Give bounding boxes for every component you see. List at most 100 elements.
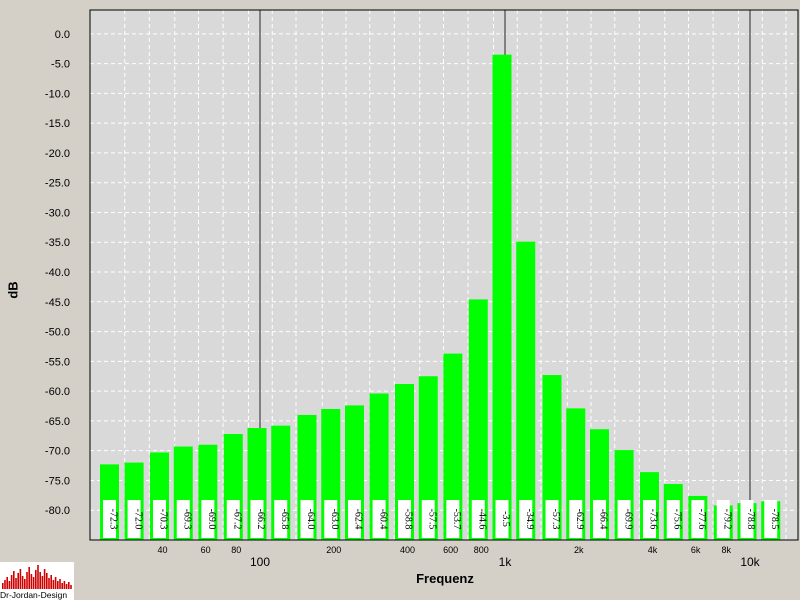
bar-value-label: -79.2: [721, 509, 732, 530]
bar-value-label: -44.6: [476, 509, 487, 530]
x-tick-label: 4k: [648, 545, 658, 555]
y-tick-label: -80.0: [45, 505, 70, 517]
logo-wave-bar: [63, 581, 66, 589]
y-tick-label: -60.0: [45, 386, 70, 398]
logo-wave-bar: [59, 579, 61, 589]
y-tick-label: -55.0: [45, 356, 70, 368]
logo-wave-bar: [2, 583, 4, 589]
x-tick-label: 600: [443, 545, 458, 555]
y-tick-label: -50.0: [45, 327, 70, 339]
logo-wave-bar: [70, 585, 72, 589]
bar-value-label: -60.4: [377, 509, 388, 530]
bar-value-label: -57.3: [550, 509, 561, 530]
bar-value-label: -66.4: [598, 509, 609, 530]
logo-wave-bar: [19, 569, 22, 589]
x-tick-label: 800: [474, 545, 489, 555]
logo-wave-bar: [65, 584, 68, 589]
y-tick-label: -20.0: [45, 148, 70, 160]
bar-value-label: -70.3: [158, 509, 169, 530]
logo-wave-bar: [50, 575, 52, 589]
bar-value-label: -78.5: [769, 509, 780, 530]
x-tick-label: 200: [326, 545, 341, 555]
x-tick-label: 400: [400, 545, 415, 555]
logo-wave-bar: [8, 581, 11, 589]
x-tick-label-major: 10k: [740, 555, 760, 569]
bar-value-label: -78.8: [745, 509, 756, 530]
logo-wave-bar: [4, 580, 6, 589]
bar-value-label: -72.3: [108, 509, 119, 530]
logo-waveform-icon: [2, 565, 72, 589]
bar-value-label: -69.0: [206, 509, 217, 530]
y-axis-ticks: 0.0 -5.0 -10.0 -15.0 -20.0 -25.0 -30.0 -35.0 -40…: [45, 29, 70, 517]
logo-wave-bar: [57, 581, 59, 589]
x-tick-label: 40: [157, 545, 167, 555]
y-tick-label: -45.0: [45, 297, 70, 309]
bar: [492, 54, 512, 540]
bar: [516, 241, 536, 541]
bar-value-label: -69.9: [622, 509, 633, 530]
bar-value-label: -34.9: [524, 509, 535, 530]
y-tick-label: -5.0: [51, 59, 70, 71]
logo-wave-bar: [32, 577, 35, 589]
logo-wave-bar: [24, 579, 26, 589]
y-tick-label: -30.0: [45, 207, 70, 219]
bar-value-label: -58.8: [403, 509, 414, 530]
y-tick-label: -70.0: [45, 446, 70, 458]
logo-wave-bar: [46, 573, 48, 589]
logo: Dr-Jordan-Design: [0, 562, 74, 600]
x-tick-label: 8k: [721, 545, 731, 555]
y-tick-label: -15.0: [45, 118, 70, 130]
x-tick-label: 2k: [574, 545, 584, 555]
y-tick-label: -75.0: [45, 475, 70, 487]
logo-wave-bar: [17, 573, 19, 589]
logo-wave-bar: [39, 572, 41, 589]
bar-value-label: -62.9: [574, 509, 585, 530]
bar-value-label: -53.7: [451, 509, 462, 530]
x-tick-label-major: 100: [250, 555, 270, 569]
logo-wave-bar: [52, 580, 55, 589]
x-tick-label: 6k: [691, 545, 701, 555]
logo-wave-bar: [48, 578, 50, 589]
logo-wave-bar: [6, 577, 8, 589]
y-axis-title: dB: [5, 281, 20, 298]
logo-wave-bar: [28, 567, 30, 589]
logo-wave-bar: [37, 565, 39, 589]
logo-wave-bar: [15, 578, 17, 589]
x-tick-label-major: 1k: [499, 555, 513, 569]
x-tick-label: 80: [231, 545, 241, 555]
logo-wave-bar: [61, 583, 63, 589]
logo-wave-bar: [41, 576, 44, 589]
bar-value-label: -66.2: [255, 509, 266, 530]
bar-value-label: -3.5: [500, 511, 511, 527]
bar-value-label: -69.3: [181, 509, 192, 530]
logo-wave-bar: [13, 571, 15, 589]
logo-text: Dr-Jordan-Design: [0, 590, 68, 600]
bar-value-label: -72.0: [132, 509, 143, 530]
logo-wave-bar: [21, 576, 24, 589]
bar-value-label: -63.0: [329, 509, 340, 530]
bar-value-label: -62.4: [353, 509, 364, 530]
bar-value-label: -65.8: [279, 509, 290, 530]
spectrum-chart: -72.3 -72.0 -70.3 -69.3 -69.0 -67.2 -66.2 -65.8…: [5, 9, 799, 586]
x-tick-label: 60: [201, 545, 211, 555]
y-tick-label: -65.0: [45, 416, 70, 428]
bar-value-label: -77.6: [696, 509, 707, 530]
x-axis-title: Frequenz: [416, 571, 474, 586]
y-tick-label: -25.0: [45, 178, 70, 190]
logo-wave-bar: [35, 570, 37, 589]
bar-value-label: -57.5: [426, 509, 437, 530]
logo-wave-bar: [26, 572, 28, 589]
x-axis-ticks: 40 60 80 200 400 600 800 2k 4k 6k 8k 100 1k 10k: [157, 545, 760, 569]
logo-wave-bar: [30, 574, 33, 589]
bar-value-label: -75.6: [671, 509, 682, 530]
logo-wave-bar: [68, 582, 70, 589]
y-tick-label: -35.0: [45, 237, 70, 249]
logo-wave-bar: [43, 569, 46, 589]
bar-value-label: -67.2: [231, 509, 242, 530]
y-tick-label: -40.0: [45, 267, 70, 279]
logo-wave-bar: [10, 575, 13, 589]
logo-wave-bar: [54, 577, 57, 589]
bar-value-label: -64.0: [305, 509, 316, 530]
y-tick-label: 0.0: [55, 29, 70, 41]
y-tick-label: -10.0: [45, 88, 70, 100]
